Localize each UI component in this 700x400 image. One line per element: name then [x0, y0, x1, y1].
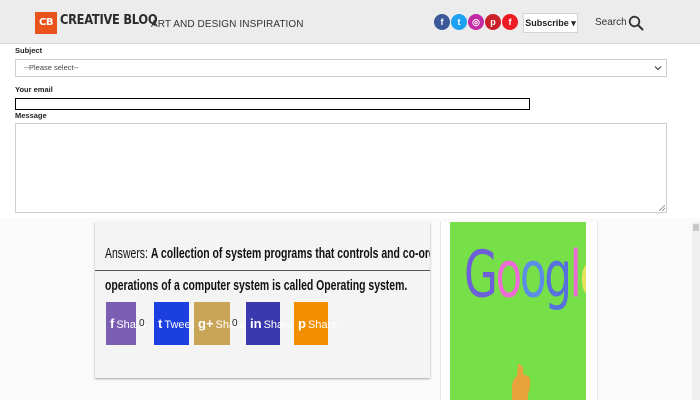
google-ad-image[interactable]: Google — [450, 222, 586, 400]
site-header: CB CREATIVE BLOQ ART AND DESIGN INSPIRAT… — [0, 0, 700, 44]
answer-line-2: operations of a computer system is calle… — [105, 278, 408, 294]
pinterest-icon[interactable]: p — [485, 14, 501, 30]
google-plus-share-button[interactable]: g+ Share — [194, 302, 245, 345]
subscribe-button[interactable]: Subscribe ▾ — [523, 13, 578, 33]
answer-image-card: Answers: A collection of system programs… — [95, 222, 430, 378]
share-label: Share — [263, 319, 293, 331]
pinterest-share-button[interactable]: p Share — [294, 302, 337, 345]
logo-text[interactable]: CREATIVE BLOQ — [60, 13, 158, 28]
email-field[interactable] — [15, 98, 530, 110]
share-count: 0 — [139, 318, 145, 329]
chevron-down-icon — [654, 66, 662, 71]
twitter-icon[interactable]: t — [451, 14, 467, 30]
search-label[interactable]: Search — [595, 17, 627, 28]
share-count: 0 — [232, 318, 238, 329]
facebook-icon: f — [110, 316, 115, 331]
answer-prefix: Answers: — [105, 246, 148, 262]
tweet-label: Tweet — [164, 319, 194, 331]
linkedin-icon: in — [250, 316, 262, 331]
twitter-icon: t — [158, 316, 163, 331]
tweet-button[interactable]: t Tweet — [154, 302, 194, 345]
divider — [95, 270, 430, 271]
logo-badge[interactable]: CB — [35, 12, 57, 34]
hand-icon — [512, 364, 531, 400]
subject-select[interactable]: --Please select-- — [15, 59, 667, 77]
pinterest-icon: p — [298, 316, 306, 331]
search-icon[interactable] — [628, 15, 644, 31]
flipboard-icon[interactable]: f — [502, 14, 518, 30]
message-textarea[interactable] — [15, 123, 667, 213]
scrollbar[interactable] — [692, 222, 700, 400]
message-label: Message — [15, 111, 47, 120]
subject-label: Subject — [15, 46, 43, 55]
resize-handle-icon[interactable] — [659, 205, 665, 211]
email-label: Your email — [15, 85, 53, 94]
facebook-share-button[interactable]: f Share — [106, 302, 146, 345]
linkedin-share-button[interactable]: in Share — [246, 302, 293, 345]
share-label: Share — [215, 319, 245, 331]
scrollbar-thumb[interactable] — [693, 224, 699, 231]
tagline: ART AND DESIGN INSPIRATION — [151, 19, 304, 30]
answer-line-1: A collection of system programs that con… — [150, 246, 430, 262]
instagram-icon[interactable]: ◎ — [468, 14, 484, 30]
social-links: f t ◎ p f — [434, 14, 518, 30]
subject-select-value: --Please select-- — [24, 63, 79, 72]
google-logo-text: Google — [464, 238, 586, 313]
google-plus-icon: g+ — [198, 316, 214, 331]
facebook-icon[interactable]: f — [434, 14, 450, 30]
share-label: Share — [307, 319, 338, 331]
